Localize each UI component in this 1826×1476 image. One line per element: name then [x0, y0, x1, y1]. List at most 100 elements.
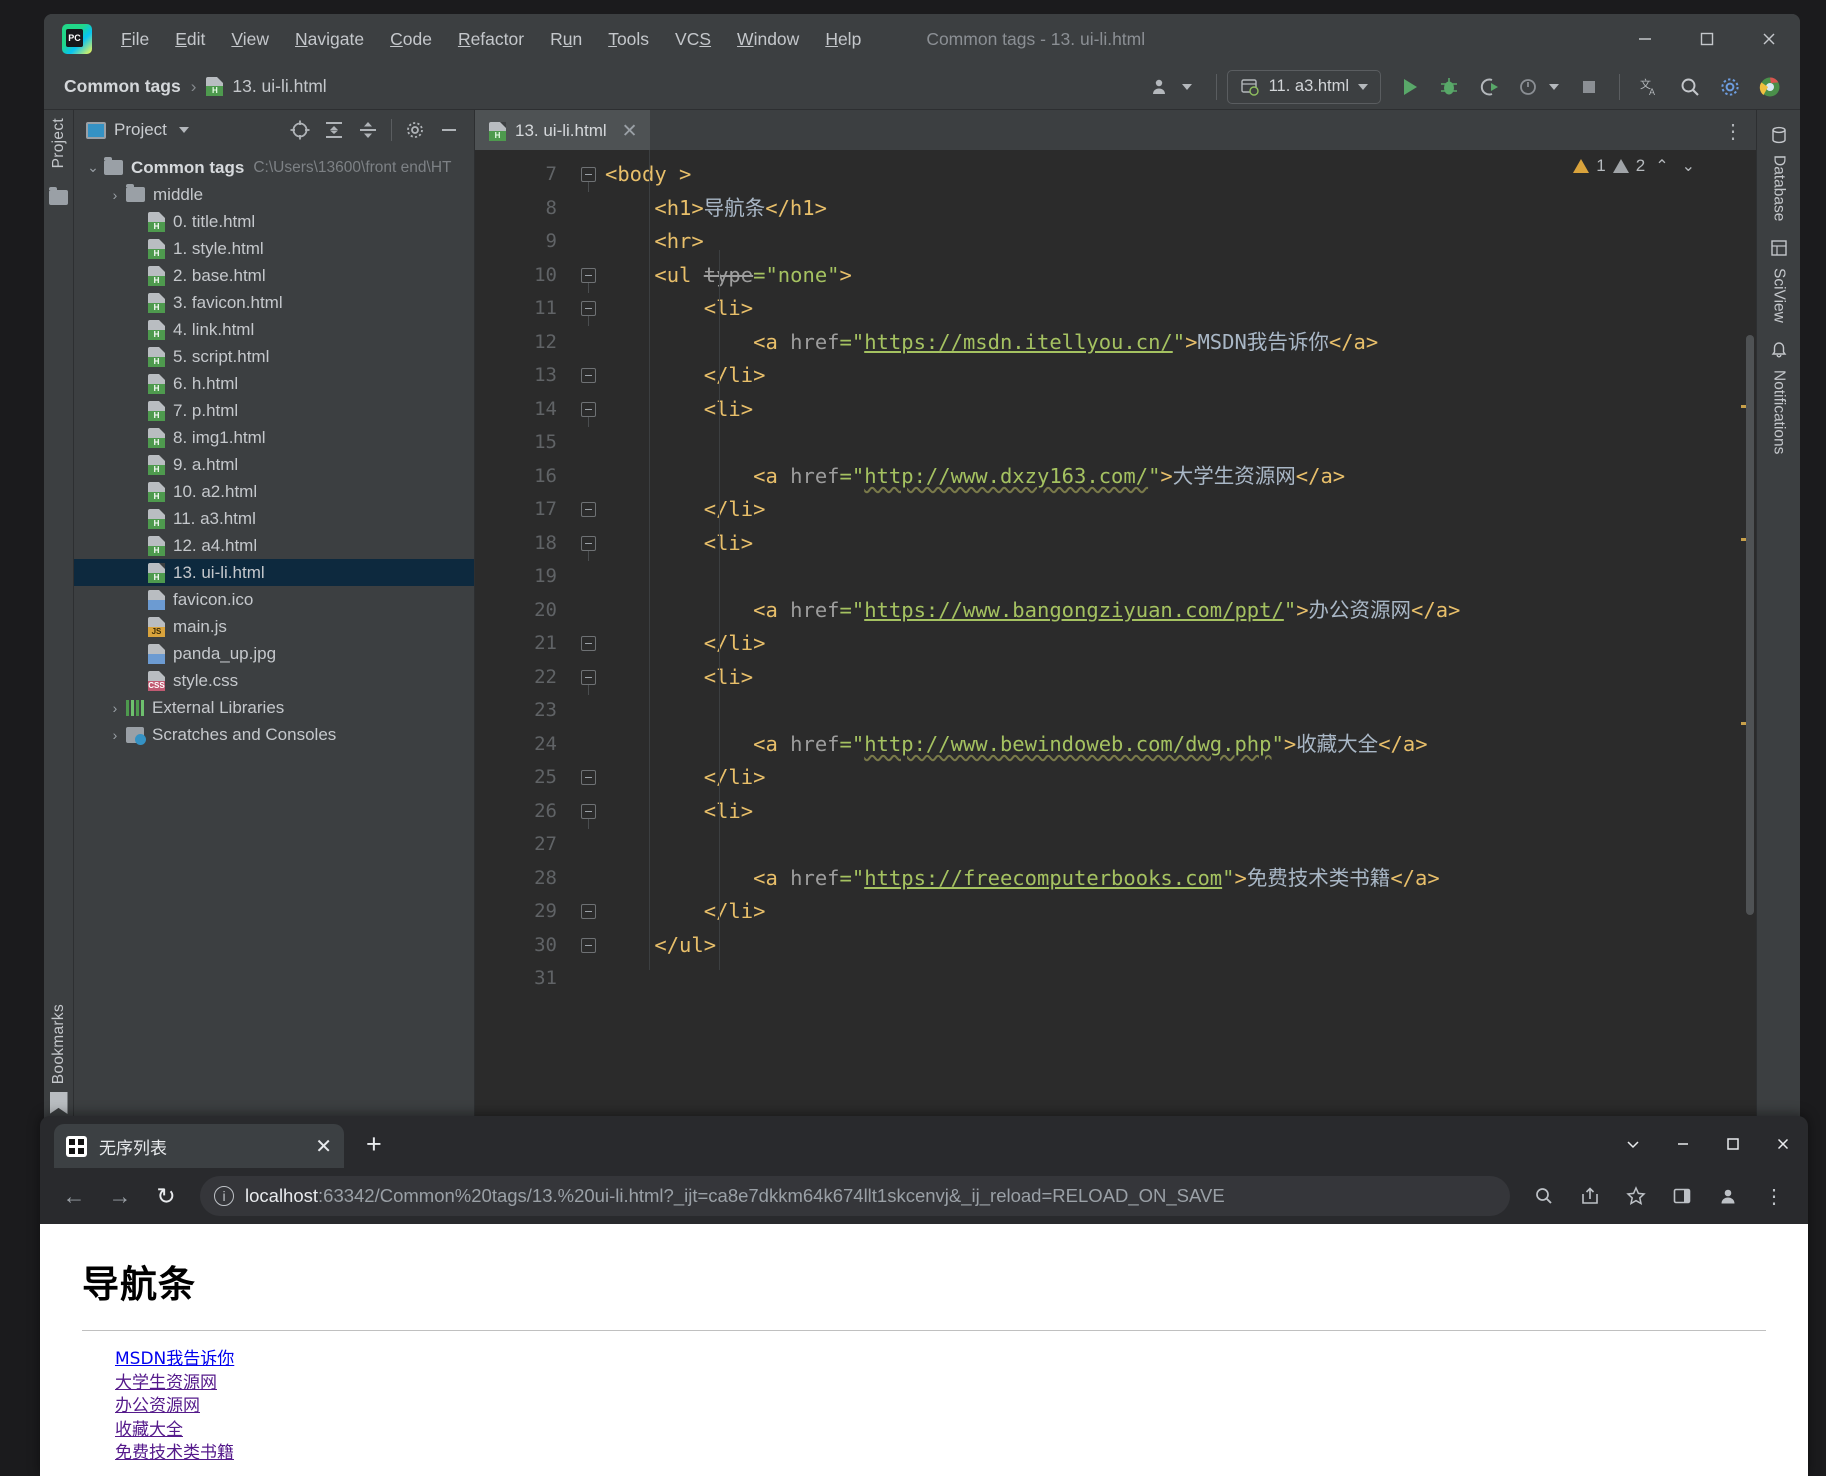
run-config-chevron-down-icon[interactable] [1358, 83, 1368, 90]
fold-marker[interactable] [575, 795, 605, 829]
fold-marker[interactable] [575, 895, 605, 929]
menu-item-help[interactable]: Help [812, 25, 874, 54]
code-line[interactable]: <a href="https://www.bangongziyuan.com/p… [605, 594, 1756, 628]
tree-row[interactable]: H 6. h.html [74, 370, 474, 397]
code-line[interactable] [605, 426, 1756, 460]
fold-marker[interactable] [575, 292, 605, 326]
menu-item-file[interactable]: File [108, 25, 162, 54]
profile-avatar-icon[interactable] [1708, 1176, 1748, 1216]
fold-marker[interactable] [575, 359, 605, 393]
zoom-search-icon[interactable] [1524, 1176, 1564, 1216]
close-icon[interactable] [1738, 14, 1800, 64]
code-line[interactable]: <li> [605, 527, 1756, 561]
nav-link[interactable]: 大学生资源网 [115, 1373, 217, 1393]
code-line[interactable]: <a href="http://www.dxzy163.com/">大学生资源网… [605, 460, 1756, 494]
fold-marker[interactable] [575, 929, 605, 963]
settings-gear-icon[interactable] [1710, 67, 1750, 107]
menu-item-vcs[interactable]: VCS [662, 25, 724, 54]
sidebar-item-bookmarks[interactable]: Bookmarks [50, 996, 68, 1092]
nav-link[interactable]: 免费技术类书籍 [115, 1443, 234, 1463]
tree-row[interactable]: JS main.js [74, 613, 474, 640]
structure-folder-icon[interactable] [49, 187, 68, 206]
tree-row[interactable]: H 4. link.html [74, 316, 474, 343]
code-line[interactable]: </li> [605, 359, 1756, 393]
side-panel-icon[interactable] [1662, 1176, 1702, 1216]
scroll-from-source-icon[interactable] [283, 113, 317, 147]
stop-button[interactable] [1569, 67, 1609, 107]
tree-row[interactable]: H 9. a.html [74, 451, 474, 478]
code-line[interactable]: </ul> [605, 929, 1756, 963]
bookmark-icon[interactable] [49, 1092, 68, 1114]
code-line[interactable]: <a href="https://msdn.itellyou.cn/">MSDN… [605, 326, 1756, 360]
project-view-chevron-down-icon[interactable] [178, 127, 189, 133]
previous-problem-chevron-up-icon[interactable]: ⌃ [1652, 156, 1671, 176]
editor-scrollbar-thumb[interactable] [1746, 335, 1754, 915]
menu-item-navigate[interactable]: Navigate [282, 25, 377, 54]
maximize-icon[interactable] [1676, 14, 1738, 64]
share-icon[interactable] [1570, 1176, 1610, 1216]
browser-maximize-icon[interactable] [1708, 1122, 1758, 1166]
run-button[interactable] [1389, 67, 1429, 107]
main-menu-bar[interactable]: File Edit View Navigate Code Refactor Run Tools… [108, 25, 874, 54]
fold-marker[interactable] [575, 493, 605, 527]
code-line[interactable] [605, 962, 1756, 996]
menu-item-window[interactable]: Window [724, 25, 812, 54]
debug-button[interactable] [1429, 67, 1469, 107]
code-line[interactable]: <h1>导航条</h1> [605, 192, 1756, 226]
code-line[interactable]: <li> [605, 795, 1756, 829]
code-editor[interactable]: 7 8 9 10 11 12 13 14 15 16 17 18 19 20 21 22 23 24 25 26 27 2… [475, 150, 1756, 1132]
nav-link[interactable]: 办公资源网 [115, 1396, 200, 1416]
back-button[interactable]: ← [54, 1176, 94, 1216]
fold-marker[interactable] [575, 661, 605, 695]
close-icon[interactable]: ✕ [315, 1134, 332, 1159]
run-configuration-selector[interactable]: 11. a3.html [1226, 69, 1381, 104]
tree-row-root[interactable]: ⌄ Common tags C:\Users\13600\front end\H… [74, 154, 474, 181]
code-line[interactable]: </li> [605, 493, 1756, 527]
code-line[interactable]: <li> [605, 661, 1756, 695]
tree-row[interactable]: H 5. script.html [74, 343, 474, 370]
fold-marker[interactable] [575, 627, 605, 661]
error-stripe-gutter[interactable] [1734, 150, 1756, 1132]
code-line[interactable]: <a href="http://www.bewindoweb.com/dwg.p… [605, 728, 1756, 762]
code-line[interactable]: <a href="https://freecomputerbooks.com">… [605, 862, 1756, 896]
expand-all-icon[interactable] [317, 113, 351, 147]
search-icon[interactable] [1670, 67, 1710, 107]
chevron-right-icon[interactable]: › [104, 727, 126, 743]
address-bar[interactable]: i localhost:63342/Common%20tags/13.%20ui… [200, 1176, 1510, 1216]
menu-item-refactor[interactable]: Refactor [445, 25, 537, 54]
tree-row[interactable]: H 13. ui-li.html [74, 559, 474, 586]
browser-menu-icon[interactable]: ⋮ [1754, 1176, 1794, 1216]
nav-link[interactable]: 收藏大全 [115, 1420, 183, 1440]
forward-button[interactable]: → [100, 1176, 140, 1216]
panel-settings-gear-icon[interactable] [398, 113, 432, 147]
tree-row[interactable]: favicon.ico [74, 586, 474, 613]
sidebar-item-sciview[interactable]: SciView [1770, 233, 1788, 329]
tree-row[interactable]: H 10. a2.html [74, 478, 474, 505]
menu-item-code[interactable]: Code [377, 25, 445, 54]
tree-row[interactable]: H 7. p.html [74, 397, 474, 424]
menu-item-run[interactable]: Run [537, 25, 595, 54]
tree-row[interactable]: H 3. favicon.html [74, 289, 474, 316]
tree-row[interactable]: CSS style.css [74, 667, 474, 694]
tree-row[interactable]: H 0. title.html [74, 208, 474, 235]
editor-tab-ui-li-html[interactable]: 13. ui-li.html ✕ [475, 110, 650, 150]
menu-item-view[interactable]: View [218, 25, 282, 54]
sidebar-item-project[interactable]: Project [50, 110, 68, 176]
tree-row[interactable]: › External Libraries [74, 694, 474, 721]
code-line[interactable]: <li> [605, 292, 1756, 326]
breadcrumb-project[interactable]: Common tags [64, 76, 181, 97]
code-line[interactable]: </li> [605, 627, 1756, 661]
sidebar-item-notifications[interactable]: Notifications [1770, 335, 1788, 460]
code-line[interactable]: <li> [605, 393, 1756, 427]
close-icon[interactable]: ✕ [622, 120, 638, 143]
fold-marker[interactable] [575, 259, 605, 293]
reload-button[interactable]: ↻ [146, 1176, 186, 1216]
chevron-down-icon[interactable]: ⌄ [82, 159, 104, 176]
fold-marker[interactable] [575, 393, 605, 427]
inspection-status-widget[interactable]: 1 2 ⌃ ⌄ [1573, 156, 1698, 176]
editor-fold-gutter[interactable] [575, 150, 605, 1132]
tree-row[interactable]: panda_up.jpg [74, 640, 474, 667]
tree-row[interactable]: H 1. style.html [74, 235, 474, 262]
code-line[interactable] [605, 694, 1756, 728]
browser-tab[interactable]: 无序列表 ✕ [54, 1124, 344, 1168]
